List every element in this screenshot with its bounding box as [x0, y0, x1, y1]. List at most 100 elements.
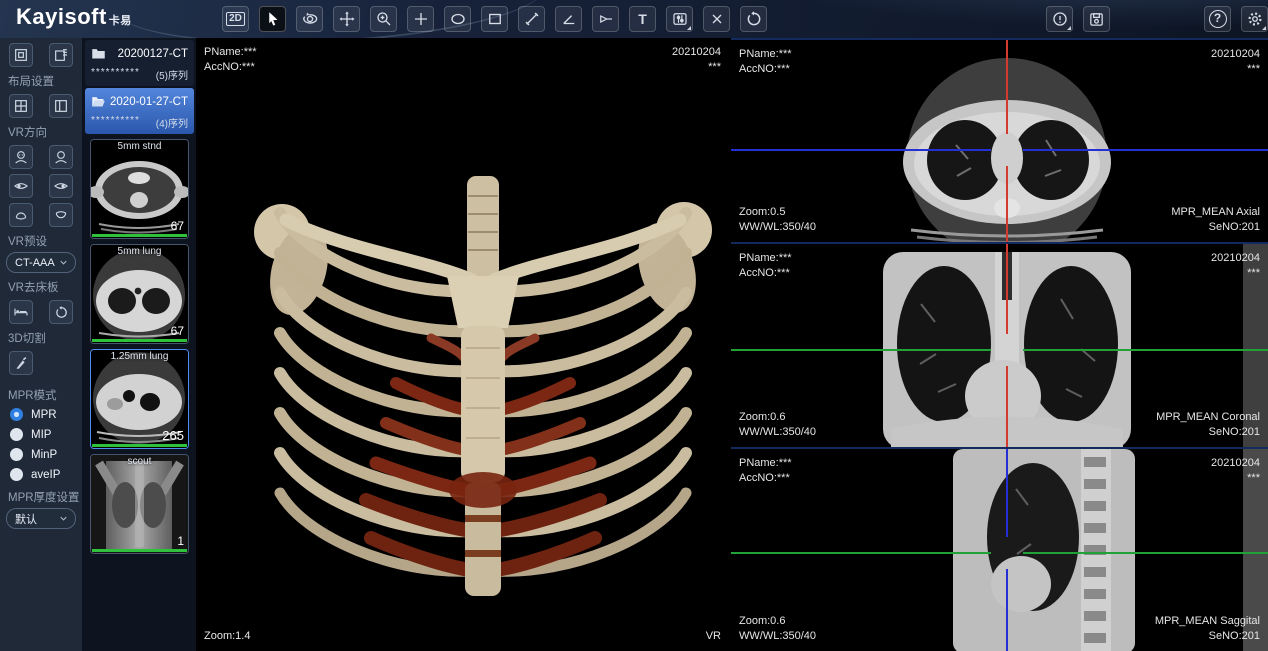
study-item-2-selected[interactable]: 2020-01-27-CT ********** (4)序列	[85, 88, 194, 134]
pan-tool-button[interactable]	[333, 6, 360, 32]
vr-direction-row-3	[0, 203, 82, 227]
cobb-angle-icon	[597, 10, 615, 28]
text-tool-icon: T	[638, 11, 647, 27]
layout-split-button[interactable]	[49, 94, 73, 118]
thumbnail-label: 5mm lung	[91, 246, 188, 257]
radio-mip[interactable]: MIP	[0, 426, 82, 443]
crosshair-horizontal-green[interactable]	[731, 349, 991, 351]
vr-preset-label: VR预设	[8, 233, 82, 249]
layout-panel-button[interactable]	[49, 43, 73, 67]
viewport-coronal[interactable]: PName:*** AccNO:*** 20210204 *** Zoom:0.…	[731, 242, 1268, 447]
folder-closed-icon	[91, 47, 107, 61]
radio-aveip[interactable]: aveIP	[0, 466, 82, 483]
save-button[interactable]	[1083, 6, 1110, 32]
rotate-3d-icon	[301, 10, 319, 28]
vr-view-foot-button[interactable]	[49, 203, 73, 227]
vr-preset-select[interactable]: CT-AAA	[6, 252, 76, 273]
text-annotation-button[interactable]: T	[629, 6, 656, 32]
head-top-icon	[13, 207, 29, 223]
vr-view-right-button[interactable]	[49, 174, 73, 198]
bed-reset-button[interactable]	[49, 300, 73, 324]
viewport-vr[interactable]: PName:*** AccNO:*** 20210204 *** Zoom:1.…	[196, 38, 731, 651]
viewport-sagittal[interactable]: PName:*** AccNO:*** 20210204 *** Zoom:0.…	[731, 447, 1268, 651]
layout-split-icon	[53, 98, 69, 114]
head-bottom-icon	[53, 207, 69, 223]
thumbnail-125mm-lung[interactable]: 1.25mm lung 265	[90, 349, 189, 449]
measure-line-button[interactable]	[518, 6, 545, 32]
reset-view-button[interactable]	[740, 6, 767, 32]
vr-view-anterior-button[interactable]	[9, 145, 33, 169]
crosshair-vertical-red[interactable]	[1006, 366, 1008, 447]
crosshair-horizontal-green[interactable]	[1023, 552, 1268, 554]
vr-direction-row-1	[0, 145, 82, 169]
rectangle-icon	[486, 10, 504, 28]
radio-label: MinP	[31, 449, 57, 461]
vr-direction-row-2	[0, 174, 82, 198]
thumbnail-scout[interactable]: scout 1	[90, 454, 189, 554]
head-back-icon	[53, 149, 69, 165]
thumbnail-image	[91, 455, 188, 553]
study-title: 20200127-CT	[118, 48, 188, 60]
crosshair-vertical-red[interactable]	[1006, 166, 1008, 242]
radio-dot	[10, 468, 23, 481]
gear-icon	[1246, 10, 1264, 28]
chevron-down-icon	[58, 513, 69, 524]
measure-icon	[523, 10, 541, 28]
ellipse-roi-button[interactable]	[444, 6, 471, 32]
crosshair-vertical-red[interactable]	[1006, 244, 1008, 334]
zoom-tool-button[interactable]	[370, 6, 397, 32]
crosshair-tool-button[interactable]	[407, 6, 434, 32]
thumbnail-progress-bar	[92, 444, 187, 447]
series-column: 20200127-CT ********** (5)序列 2020-01-27-…	[83, 38, 196, 651]
eye-right-icon	[53, 178, 69, 194]
logo-text-cn: 卡易	[109, 12, 132, 28]
vr-view-posterior-button[interactable]	[49, 145, 73, 169]
thumbnail-image-count: 1	[177, 534, 184, 548]
study-item-1[interactable]: 20200127-CT ********** (5)序列	[85, 40, 194, 86]
help-button[interactable]: ?	[1204, 6, 1231, 32]
layout-single-icon	[13, 47, 29, 63]
crosshair-horizontal-green[interactable]	[731, 552, 991, 554]
delete-annotation-button[interactable]	[703, 6, 730, 32]
pointer-tool-button[interactable]	[259, 6, 286, 32]
mpr-thickness-label: MPR厚度设置	[8, 489, 82, 505]
thumbnail-5mm-lung[interactable]: 5mm lung 67	[90, 244, 189, 344]
info-button[interactable]	[1046, 6, 1073, 32]
layout-single-button[interactable]	[9, 43, 33, 67]
angle-tool-button[interactable]	[555, 6, 582, 32]
study-title: 2020-01-27-CT	[110, 96, 188, 108]
vr-view-head-button[interactable]	[9, 203, 33, 227]
study-series-count: (5)序列	[156, 67, 188, 82]
layout-grid-button[interactable]	[9, 94, 33, 118]
thumbnail-5mm-stnd[interactable]: 5mm stnd 67	[90, 139, 189, 239]
dropdown-corner	[1262, 26, 1266, 30]
crosshair-horizontal-green[interactable]	[1023, 349, 1268, 351]
thumbnail-label: 1.25mm lung	[91, 351, 188, 362]
remove-bed-button[interactable]	[9, 300, 33, 324]
radio-dot-checked	[10, 408, 23, 421]
header-bar: Kayisoft 卡易 2D	[0, 0, 1268, 39]
vr-preset-value: CT-AAA	[15, 257, 55, 269]
crosshair-vertical-blue[interactable]	[1006, 569, 1008, 651]
crosshair-horizontal-blue[interactable]	[731, 149, 991, 151]
settings-button[interactable]	[1241, 6, 1268, 32]
window-level-button[interactable]	[666, 6, 693, 32]
crosshair-horizontal-blue[interactable]	[1023, 149, 1268, 151]
vr-view-left-button[interactable]	[9, 174, 33, 198]
radio-minp[interactable]: MinP	[0, 446, 82, 463]
radio-label: aveIP	[31, 469, 60, 481]
crosshair-vertical-red[interactable]	[1006, 40, 1008, 134]
viewport-axial[interactable]: PName:*** AccNO:*** 20210204 *** Zoom:0.…	[731, 38, 1268, 242]
toolbar-right-group: ?	[1204, 6, 1268, 32]
crosshair-vertical-blue[interactable]	[1006, 449, 1008, 537]
rect-roi-button[interactable]	[481, 6, 508, 32]
thumbnail-image-count: 67	[171, 324, 184, 338]
scalpel-button[interactable]	[9, 351, 33, 375]
mode-2d-button[interactable]: 2D	[222, 6, 249, 32]
cobb-angle-button[interactable]	[592, 6, 619, 32]
crosshair-icon	[412, 10, 430, 28]
radio-mpr[interactable]: MPR	[0, 406, 82, 423]
rotate-3d-tool-button[interactable]	[296, 6, 323, 32]
mpr-thickness-select[interactable]: 默认	[6, 508, 76, 529]
axial-ct-image	[731, 40, 1268, 242]
